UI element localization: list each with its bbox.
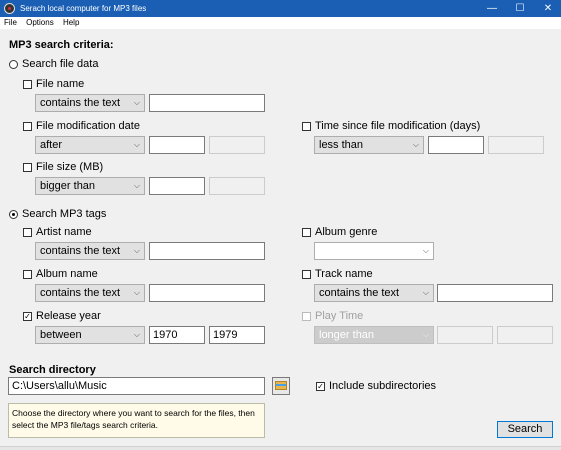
play-time-checkbox bbox=[302, 312, 311, 321]
mod-date-checkbox[interactable] bbox=[23, 122, 32, 131]
chevron-down-icon: ⌵ bbox=[422, 246, 429, 255]
track-label: Track name bbox=[315, 268, 373, 280]
release-year-checkbox[interactable]: ✓ bbox=[23, 312, 32, 321]
artist-label: Artist name bbox=[36, 226, 92, 238]
menu-help[interactable]: Help bbox=[63, 18, 79, 27]
time-since-operator-select[interactable]: less than ⌵ bbox=[314, 136, 424, 154]
mod-date-label: File modification date bbox=[36, 120, 140, 132]
chevron-down-icon: ⌵ bbox=[133, 181, 140, 190]
title-bar: Serach local computer for MP3 files — ☐ … bbox=[0, 0, 561, 17]
play-time-input bbox=[437, 326, 493, 344]
file-name-label: File name bbox=[36, 78, 85, 90]
chevron-down-icon: ⌵ bbox=[133, 140, 140, 149]
file-name-input[interactable] bbox=[149, 94, 265, 112]
window-title: Serach local computer for MP3 files bbox=[20, 4, 147, 13]
status-bar bbox=[0, 446, 561, 450]
file-data-radio-label[interactable]: Search file data bbox=[22, 58, 98, 70]
menu-file[interactable]: File bbox=[4, 18, 17, 27]
mp3-tags-radio-label[interactable]: Search MP3 tags bbox=[22, 208, 106, 220]
directory-path-input[interactable]: C:\Users\allu\Music bbox=[8, 377, 265, 395]
time-since-label: Time since file modification (days) bbox=[315, 120, 481, 132]
artist-input[interactable] bbox=[149, 242, 265, 260]
chevron-down-icon: ⌵ bbox=[133, 246, 140, 255]
artist-checkbox[interactable] bbox=[23, 228, 32, 237]
include-subdirectories-label: Include subdirectories bbox=[329, 380, 437, 392]
track-operator-select[interactable]: contains the text ⌵ bbox=[314, 284, 434, 302]
mod-date-input-2 bbox=[209, 136, 265, 154]
folder-icon bbox=[275, 381, 287, 390]
album-operator-select[interactable]: contains the text ⌵ bbox=[35, 284, 145, 302]
file-size-input[interactable] bbox=[149, 177, 205, 195]
hint-line-2: select the MP3 file/tags search criteria… bbox=[12, 420, 158, 430]
search-directory-header: Search directory bbox=[9, 364, 96, 376]
file-size-input-2 bbox=[209, 177, 265, 195]
file-name-operator-select[interactable]: contains the text ⌵ bbox=[35, 94, 145, 112]
play-time-input-2 bbox=[497, 326, 553, 344]
release-year-operator-select[interactable]: between ⌵ bbox=[35, 326, 145, 344]
album-label: Album name bbox=[36, 268, 98, 280]
genre-select[interactable]: ⌵ bbox=[314, 242, 434, 260]
release-year-from-input[interactable]: 1970 bbox=[149, 326, 205, 344]
mp3-tags-radio[interactable] bbox=[9, 210, 18, 219]
artist-operator-select[interactable]: contains the text ⌵ bbox=[35, 242, 145, 260]
album-input[interactable] bbox=[149, 284, 265, 302]
chevron-down-icon: ⌵ bbox=[133, 330, 140, 339]
hint-box: Choose the directory where you want to s… bbox=[8, 403, 265, 438]
close-button[interactable]: ✕ bbox=[537, 0, 559, 17]
play-time-operator-select: longer than ⌵ bbox=[314, 326, 434, 344]
track-input[interactable] bbox=[437, 284, 553, 302]
file-data-radio[interactable] bbox=[9, 60, 18, 69]
file-name-checkbox[interactable] bbox=[23, 80, 32, 89]
album-checkbox[interactable] bbox=[23, 270, 32, 279]
file-size-checkbox[interactable] bbox=[23, 163, 32, 172]
chevron-down-icon: ⌵ bbox=[412, 140, 419, 149]
mod-date-input[interactable] bbox=[149, 136, 205, 154]
maximize-button[interactable]: ☐ bbox=[509, 0, 531, 17]
chevron-down-icon: ⌵ bbox=[422, 288, 429, 297]
menu-options[interactable]: Options bbox=[26, 18, 54, 27]
mod-date-operator-select[interactable]: after ⌵ bbox=[35, 136, 145, 154]
minimize-button[interactable]: — bbox=[481, 0, 503, 17]
file-size-label: File size (MB) bbox=[36, 161, 104, 173]
release-year-label: Release year bbox=[36, 310, 101, 322]
genre-checkbox[interactable] bbox=[302, 228, 311, 237]
release-year-to-input[interactable]: 1979 bbox=[209, 326, 265, 344]
chevron-down-icon: ⌵ bbox=[133, 98, 140, 107]
menu-bar: File Options Help bbox=[0, 17, 561, 29]
search-button[interactable]: Search bbox=[497, 421, 553, 438]
time-since-checkbox[interactable] bbox=[302, 122, 311, 131]
track-checkbox[interactable] bbox=[302, 270, 311, 279]
hint-line-1: Choose the directory where you want to s… bbox=[12, 408, 255, 418]
criteria-header: MP3 search criteria: bbox=[9, 39, 114, 51]
include-subdirectories-checkbox[interactable]: ✓ bbox=[316, 382, 325, 391]
chevron-down-icon: ⌵ bbox=[133, 288, 140, 297]
time-since-input[interactable] bbox=[428, 136, 484, 154]
play-time-label: Play Time bbox=[315, 310, 364, 322]
file-size-operator-select[interactable]: bigger than ⌵ bbox=[35, 177, 145, 195]
time-since-input-2 bbox=[488, 136, 544, 154]
browse-folder-button[interactable] bbox=[272, 377, 290, 395]
chevron-down-icon: ⌵ bbox=[422, 330, 429, 339]
genre-label: Album genre bbox=[315, 226, 378, 238]
app-icon bbox=[4, 3, 15, 14]
